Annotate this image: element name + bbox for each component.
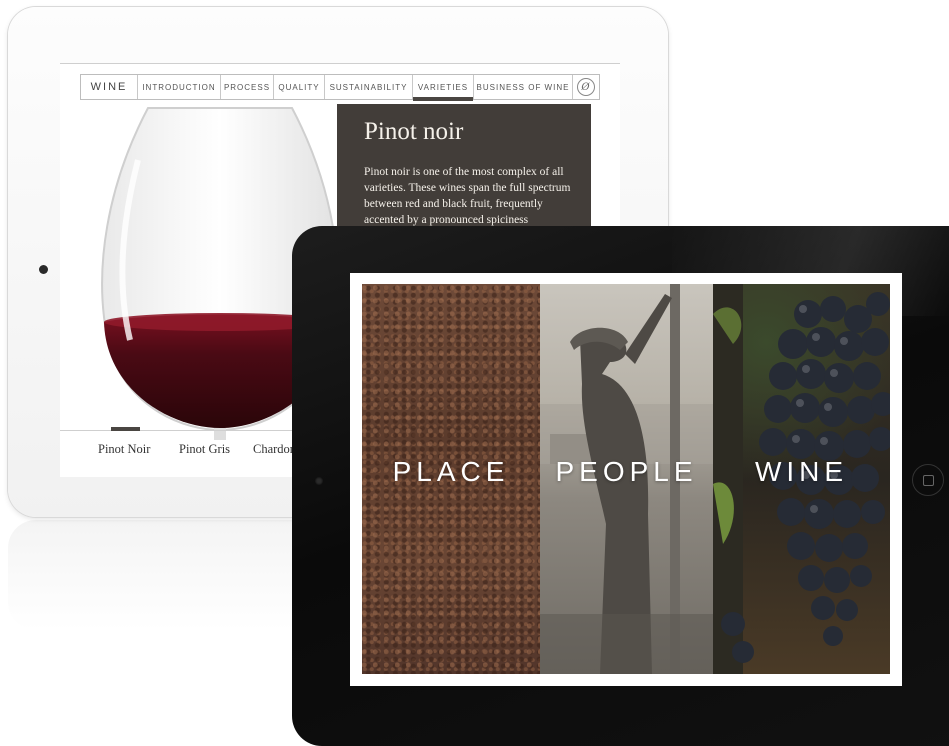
panel-people[interactable]: PEOPLE [540, 284, 713, 674]
variety-tab-pinot-noir[interactable]: Pinot Noir [98, 442, 150, 457]
nav-item-business-of-wine[interactable]: BUSINESS OF WINE [473, 75, 572, 99]
panel-place[interactable]: PLACE [362, 284, 540, 674]
active-variety-indicator [111, 427, 140, 431]
variety-description-panel: Pinot noir Pinot noir is one of the most… [337, 104, 591, 244]
logo-icon: Ø [577, 78, 595, 96]
panel-label-people: PEOPLE [555, 456, 698, 487]
variety-tab-chardonnay[interactable]: Chardon [253, 442, 296, 457]
nav-item-process[interactable]: PROCESS [220, 75, 273, 99]
camera-icon [39, 265, 48, 274]
panel-wine[interactable]: WINE [713, 284, 890, 674]
variety-description: Pinot noir is one of the most complex of… [364, 166, 571, 226]
panel-label-wine: WINE [754, 456, 849, 487]
nav-item-sustainability[interactable]: SUSTAINABILITY [324, 75, 412, 99]
panel-label-place: PLACE [392, 456, 510, 487]
nav-item-varieties[interactable]: VARIETIES [412, 75, 473, 101]
nav-item-quality[interactable]: QUALITY [273, 75, 324, 99]
intro-screen: PLACE PEOPLE WINE [350, 273, 902, 686]
nav-brand[interactable]: WINE [81, 75, 137, 99]
nav-logo[interactable]: Ø [572, 75, 599, 99]
variety-title: Pinot noir [364, 118, 464, 145]
home-square-icon [922, 474, 934, 486]
intro-panels: PLACE PEOPLE WINE [362, 284, 890, 674]
front-camera-icon [315, 477, 323, 485]
nav-item-introduction[interactable]: INTRODUCTION [137, 75, 220, 99]
top-nav: WINE INTRODUCTION PROCESS QUALITY SUSTAI… [80, 74, 600, 101]
variety-tab-pinot-gris[interactable]: Pinot Gris [179, 442, 230, 457]
home-button[interactable] [912, 464, 944, 496]
